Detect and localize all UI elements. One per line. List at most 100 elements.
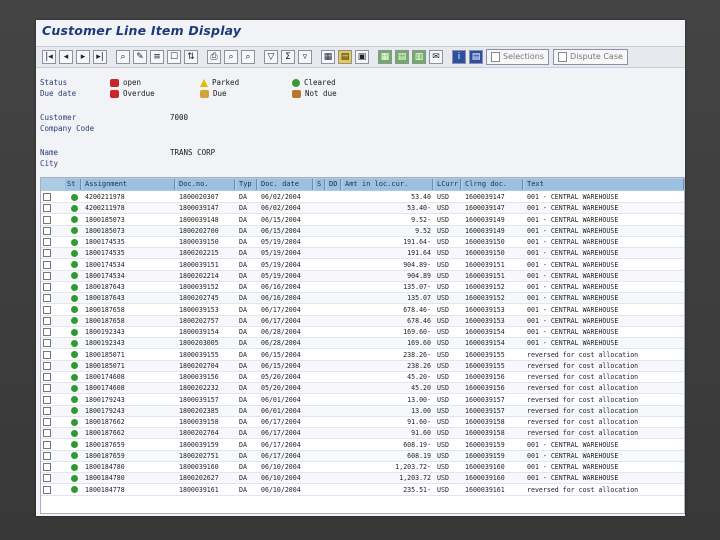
row-select-checkbox[interactable]: [43, 339, 51, 348]
detail-icon[interactable]: ≡: [150, 50, 164, 64]
row-select-checkbox[interactable]: [43, 294, 51, 303]
word-icon[interactable]: ▥: [412, 50, 426, 64]
row-select-checkbox[interactable]: [43, 215, 51, 224]
sort-icon[interactable]: ⇅: [184, 50, 198, 64]
table-row[interactable]: 1800185071 1800202704 DA 06/15/2004 238.26 US…: [41, 360, 684, 372]
row-select-checkbox[interactable]: [43, 463, 51, 471]
table-cell: DA: [239, 215, 247, 224]
row-select-checkbox[interactable]: [43, 238, 51, 246]
choose-layout-icon[interactable]: ▤: [338, 50, 352, 64]
filter-icon[interactable]: ▽: [264, 50, 278, 64]
column-header-dd[interactable]: DD: [327, 179, 341, 190]
table-row[interactable]: 1800185071 1800039155 DA 06/15/2004 238.26- U…: [41, 350, 684, 361]
row-select-checkbox[interactable]: [43, 395, 51, 404]
row-select-checkbox[interactable]: [43, 316, 51, 325]
subtotal-icon[interactable]: ▿: [298, 50, 312, 64]
table-row[interactable]: 1800179243 1800039157 DA 06/01/2004 13.00- US…: [41, 395, 684, 406]
table-row[interactable]: 1800187662 1800202764 DA 06/17/2004 91.60 USD…: [41, 428, 684, 440]
next-page-icon[interactable]: ▸: [76, 50, 90, 64]
selections-button[interactable]: Selections: [486, 49, 550, 65]
table-row[interactable]: 1800187659 1800039159 DA 06/17/2004 608.19- U…: [41, 440, 684, 451]
spreadsheet-icon[interactable]: ▤: [395, 50, 409, 64]
table-row[interactable]: 1800187662 1800039158 DA 06/17/2004 91.60- US…: [41, 417, 684, 429]
save-layout-icon[interactable]: ▣: [355, 50, 369, 64]
table-row[interactable]: 1800174534 1800039151 DA 05/19/2004 904.89- U…: [41, 260, 684, 271]
table-row[interactable]: 1800187658 1800039153 DA 06/17/2004 678.46- U…: [41, 305, 684, 316]
table-row[interactable]: 1800185073 1800202700 DA 06/15/2004 9.52 USD 1…: [41, 225, 684, 237]
find-next-icon[interactable]: ⌕: [241, 50, 255, 64]
row-select-checkbox[interactable]: [43, 271, 51, 280]
column-header-type[interactable]: Typ: [237, 179, 257, 190]
row-select-checkbox[interactable]: [43, 350, 51, 359]
row-select-checkbox[interactable]: [43, 406, 51, 415]
table-row[interactable]: 1800174608 1800202232 DA 05/20/2004 45.20 USD…: [41, 383, 684, 395]
row-select-checkbox[interactable]: [43, 226, 51, 235]
table-row[interactable]: 1800179243 1800202385 DA 06/01/2004 13.00 USD…: [41, 405, 684, 417]
column-header-doc-no[interactable]: Doc.no.: [177, 179, 235, 190]
row-select-checkbox[interactable]: [43, 204, 51, 213]
column-header-st[interactable]: St: [65, 179, 81, 190]
table-row[interactable]: 1800174534 1800202214 DA 05/19/2004 904.89 US…: [41, 270, 684, 282]
info-icon[interactable]: i: [452, 50, 466, 64]
table-cell: 1600039154: [465, 328, 505, 336]
first-page-icon[interactable]: |◂: [42, 50, 56, 64]
row-select-checkbox[interactable]: [43, 429, 51, 438]
table-row[interactable]: 1800174608 1800039156 DA 05/20/2004 45.20- US…: [41, 372, 684, 384]
mail-icon[interactable]: ✉: [429, 50, 443, 64]
table-row[interactable]: 1800192343 1800203005 DA 06/28/2004 169.60 US…: [41, 338, 684, 350]
table-cell: 001 - CENTRAL WAREHOUSE: [527, 260, 619, 269]
layout-icon[interactable]: ▦: [321, 50, 335, 64]
table-row[interactable]: 1800184780 1800202627 DA 06/10/2004 1,203.72…: [41, 473, 684, 485]
row-select-checkbox[interactable]: [43, 249, 51, 258]
table-row[interactable]: 1800174535 1800039150 DA 05/19/2004 191.64- U…: [41, 237, 684, 249]
table-row[interactable]: 1800187643 1800202745 DA 06/16/2004 135.07 US…: [41, 293, 684, 305]
table-row[interactable]: 4200211978 1800020307 DA 06/02/2004 53.40 USD…: [41, 192, 684, 204]
find-icon[interactable]: ⌕: [224, 50, 238, 64]
column-header-lcurr[interactable]: LCurr: [435, 179, 461, 190]
row-select-checkbox[interactable]: [43, 260, 51, 269]
cleared-status-icon: [71, 216, 78, 223]
dispute-case-button[interactable]: Dispute Case: [553, 49, 628, 65]
table-row[interactable]: 4200211978 1800039147 DA 06/02/2004 53.40- US…: [41, 203, 684, 215]
table-cell: 1600039150: [465, 238, 505, 246]
column-header-s[interactable]: S: [315, 179, 325, 190]
table-cell: 001 - CENTRAL WAREHOUSE: [527, 328, 619, 336]
row-select-checkbox[interactable]: [43, 451, 51, 460]
export-icon[interactable]: ▦: [378, 50, 392, 64]
row-select-checkbox[interactable]: [43, 361, 51, 370]
row-select-checkbox[interactable]: [43, 373, 51, 381]
table-cell: DA: [239, 395, 247, 404]
table-row[interactable]: 1800187658 1800202757 DA 06/17/2004 678.46 US…: [41, 315, 684, 327]
table-row[interactable]: 1800184780 1800039160 DA 06/10/2004 1,203.72…: [41, 462, 684, 474]
column-header-amount[interactable]: Amt in loc.cur.: [343, 179, 433, 190]
row-select-checkbox[interactable]: [43, 474, 51, 483]
column-header-doc-date[interactable]: Doc. date: [259, 179, 313, 190]
row-select-checkbox[interactable]: [43, 193, 51, 201]
select-icon[interactable]: ☐: [167, 50, 181, 64]
edit-icon[interactable]: ✎: [133, 50, 147, 64]
row-select-checkbox[interactable]: [43, 485, 51, 494]
table-cell: reversed for cost allocation: [527, 395, 639, 404]
table-row[interactable]: 1800187659 1800202751 DA 06/17/2004 608.19 US…: [41, 450, 684, 462]
total-icon[interactable]: Σ: [281, 50, 295, 64]
display-icon[interactable]: ⌕: [116, 50, 130, 64]
last-page-icon[interactable]: ▸|: [93, 50, 107, 64]
column-header-assignment[interactable]: Assignment: [83, 179, 175, 190]
row-select-checkbox[interactable]: [43, 283, 51, 291]
row-select-checkbox[interactable]: [43, 384, 51, 393]
row-select-checkbox[interactable]: [43, 305, 51, 314]
selections-icon[interactable]: ▤: [469, 50, 483, 64]
row-select-checkbox[interactable]: [43, 328, 51, 336]
table-row[interactable]: 1800187643 1800039152 DA 06/16/2004 135.07- U…: [41, 282, 684, 294]
print-icon[interactable]: ⎙: [207, 50, 221, 64]
column-header-clearing-doc[interactable]: Clrng doc.: [463, 179, 523, 190]
table-row[interactable]: 1800184778 1800039161 DA 06/10/2004 235.51- U…: [41, 485, 684, 496]
table-cell: 001 - CENTRAL WAREHOUSE: [527, 339, 619, 348]
table-row[interactable]: 1800185073 1800039148 DA 06/15/2004 9.52- USD…: [41, 215, 684, 226]
previous-page-icon[interactable]: ◂: [59, 50, 73, 64]
row-select-checkbox[interactable]: [43, 418, 51, 426]
row-select-checkbox[interactable]: [43, 440, 51, 449]
table-row[interactable]: 1800174535 1800202215 DA 05/19/2004 191.64 US…: [41, 248, 684, 260]
column-header-text[interactable]: Text: [525, 179, 684, 190]
table-row[interactable]: 1800192343 1800039154 DA 06/28/2004 169.60- U…: [41, 327, 684, 339]
